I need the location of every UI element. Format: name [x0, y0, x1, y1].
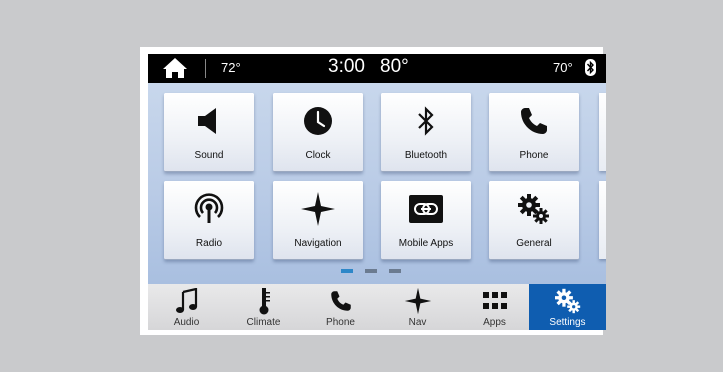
tile-label: Bluetooth: [404, 150, 448, 161]
clock-icon: [273, 103, 363, 139]
tile-label: Radio: [195, 238, 223, 249]
nav-label: Audio: [173, 317, 200, 328]
status-bar: 72° 3:00 80° 70°: [148, 54, 606, 83]
nav-label: Nav: [408, 317, 427, 328]
nav-label: Apps: [483, 317, 506, 328]
tile-bluetooth[interactable]: Bluetooth: [381, 93, 471, 172]
settings-grid: Sound Clock Bluetooth Phone Radio Naviga…: [148, 83, 606, 284]
right-temperature: 70°: [553, 60, 573, 75]
bluetooth-icon: [381, 103, 471, 139]
tile-label: Sound: [194, 150, 224, 161]
tile-mobile-apps[interactable]: Mobile Apps: [381, 181, 471, 260]
page-dot[interactable]: [365, 269, 377, 273]
gears-icon: [489, 191, 579, 227]
link-icon: [381, 191, 471, 227]
tile-label: Clock: [305, 150, 331, 161]
clock-time: 3:00: [328, 56, 365, 77]
tile-label: General: [516, 238, 552, 249]
nav-nav[interactable]: Nav: [379, 284, 456, 330]
bluetooth-status-icon: [585, 59, 596, 76]
nav-label: Phone: [326, 317, 355, 328]
nav-climate[interactable]: Climate: [225, 284, 302, 330]
outside-temperature: 72°: [221, 60, 241, 75]
next-page-tile-edge[interactable]: [599, 93, 606, 171]
tile-navigation[interactable]: Navigation: [273, 181, 363, 260]
nav-audio[interactable]: Audio: [148, 284, 225, 330]
tile-label: Mobile Apps: [398, 238, 454, 249]
tile-radio[interactable]: Radio: [164, 181, 254, 260]
navigation-icon: [273, 191, 363, 227]
phone-icon: [489, 103, 579, 139]
navigation-icon: [379, 287, 456, 315]
infotainment-screen: 72° 3:00 80° 70° Sound Clock Bluetooth P…: [148, 54, 606, 330]
status-divider: [205, 59, 206, 78]
music-note-icon: [148, 288, 225, 314]
thermometer-icon: [225, 288, 302, 315]
tile-clock[interactable]: Clock: [273, 93, 363, 172]
tile-label: Navigation: [294, 238, 342, 249]
nav-settings[interactable]: Settings: [529, 284, 606, 330]
nav-phone[interactable]: Phone: [302, 284, 379, 330]
bottom-nav-bar: Audio Climate Phone Nav Apps Settings: [148, 284, 606, 330]
home-icon[interactable]: [162, 57, 188, 79]
tile-sound[interactable]: Sound: [164, 93, 254, 172]
nav-apps[interactable]: Apps: [456, 284, 533, 330]
cabin-temperature: 80°: [380, 56, 409, 77]
nav-label: Climate: [246, 317, 281, 328]
speaker-icon: [164, 103, 254, 139]
page-dot-active[interactable]: [341, 269, 353, 273]
apps-grid-icon: [456, 288, 533, 314]
phone-icon: [302, 288, 379, 314]
radio-icon: [164, 191, 254, 227]
tile-label: Phone: [519, 150, 549, 161]
page-dot[interactable]: [389, 269, 401, 273]
next-page-tile-edge[interactable]: [599, 181, 606, 259]
tile-general[interactable]: General: [489, 181, 579, 260]
nav-label: Settings: [549, 317, 586, 328]
tile-phone[interactable]: Phone: [489, 93, 579, 172]
gears-icon: [529, 288, 606, 314]
